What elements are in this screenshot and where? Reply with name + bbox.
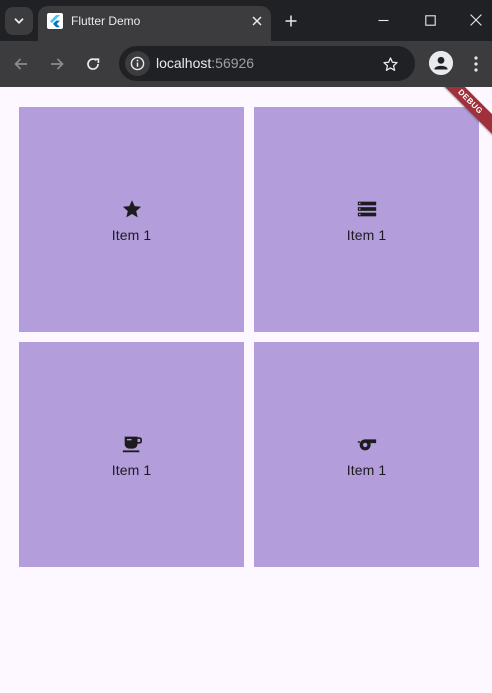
- coffee-cup-icon: [120, 432, 144, 456]
- card-label: Item 1: [346, 226, 387, 243]
- new-tab-button[interactable]: [280, 10, 302, 32]
- grid-card[interactable]: Item 1: [19, 342, 244, 567]
- chevron-down-icon: [14, 18, 24, 24]
- url-host: localhost: [156, 55, 212, 71]
- tab-search-button[interactable]: [5, 7, 33, 35]
- site-info-button[interactable]: [125, 51, 150, 76]
- close-icon: [252, 16, 262, 26]
- minimize-icon: [378, 19, 388, 21]
- arrow-left-icon: [14, 58, 27, 70]
- flutter-logo-icon: [47, 13, 63, 29]
- storage-icon: [355, 197, 379, 221]
- tab-flutter-demo[interactable]: Flutter Demo: [38, 6, 271, 41]
- star-icon: [120, 197, 144, 221]
- card-label: Item 1: [346, 461, 387, 478]
- reload-button[interactable]: [81, 52, 105, 76]
- card-label: Item 1: [111, 226, 152, 243]
- grid-card[interactable]: Item 1: [254, 342, 479, 567]
- info-icon: [130, 56, 145, 71]
- browser-toolbar: localhost:56926: [0, 41, 492, 87]
- more-vert-icon: [474, 56, 478, 72]
- profile-button[interactable]: [429, 51, 453, 75]
- maximize-button[interactable]: [415, 6, 445, 34]
- browser-menu-button[interactable]: [466, 52, 486, 76]
- forward-button[interactable]: [45, 52, 69, 76]
- tab-title: Flutter Demo: [71, 14, 141, 28]
- tab-strip: Flutter Demo: [0, 0, 492, 41]
- tab-close-button[interactable]: [248, 12, 266, 30]
- avatar-icon: [429, 51, 453, 75]
- minimize-button[interactable]: [368, 6, 398, 34]
- card-label: Item 1: [111, 461, 152, 478]
- arrow-right-icon: [51, 58, 64, 70]
- star-outline-icon: [382, 56, 398, 71]
- close-window-button[interactable]: [461, 6, 491, 34]
- url-port: :56926: [211, 55, 255, 71]
- grid-card[interactable]: Item 1: [19, 107, 244, 332]
- grid-card[interactable]: Item 1: [254, 107, 479, 332]
- url-text: localhost:56926: [156, 55, 254, 71]
- close-icon: [470, 14, 482, 26]
- back-button[interactable]: [9, 52, 33, 76]
- reload-icon: [87, 58, 100, 70]
- whistle-icon: [355, 432, 379, 456]
- app-viewport: Item 1 Item 1 Item 1 Item 1 DEBUG: [0, 87, 492, 693]
- address-bar[interactable]: localhost:56926: [119, 46, 415, 81]
- plus-icon: [285, 15, 297, 27]
- bookmark-button[interactable]: [379, 53, 401, 75]
- maximize-icon: [424, 14, 436, 26]
